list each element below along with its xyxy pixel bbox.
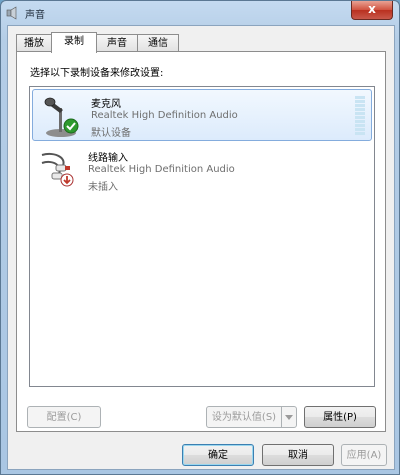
level-meter bbox=[355, 96, 365, 135]
device-status: 默认设备 bbox=[91, 128, 131, 139]
device-name: 线路输入 bbox=[88, 153, 128, 164]
device-item-line-in[interactable]: 线路输入 Realtek High Definition Audio 未插入 bbox=[30, 143, 374, 195]
instruction-text: 选择以下录制设备来修改设置: bbox=[30, 68, 164, 79]
set-default-button[interactable]: 设为默认值(S) bbox=[206, 406, 282, 428]
tab-playback[interactable]: 播放 bbox=[16, 34, 52, 52]
unplugged-icon bbox=[60, 173, 74, 187]
device-status: 未插入 bbox=[88, 182, 118, 193]
properties-button[interactable]: 属性(P) bbox=[304, 406, 376, 428]
default-check-icon bbox=[63, 118, 79, 134]
set-default-dropdown-arrow[interactable] bbox=[281, 406, 297, 428]
device-item-microphone[interactable]: 麦克风 Realtek High Definition Audio 默认设备 bbox=[32, 89, 372, 141]
sound-dialog-window: 声音 x 播放 录制 声音 通信 选择以下录制设备来修改设置: 麦克风 Real… bbox=[0, 0, 400, 475]
ok-button[interactable]: 确定 bbox=[182, 444, 254, 466]
device-list[interactable]: 麦克风 Realtek High Definition Audio 默认设备 线… bbox=[29, 86, 375, 387]
tab-communications[interactable]: 通信 bbox=[137, 34, 179, 52]
device-name: 麦克风 bbox=[91, 99, 121, 110]
device-driver: Realtek High Definition Audio bbox=[88, 164, 235, 175]
recording-tab-pane: 选择以下录制设备来修改设置: 麦克风 Realtek High Definiti… bbox=[16, 51, 386, 432]
tab-recording[interactable]: 录制 bbox=[51, 32, 97, 53]
configure-button[interactable]: 配置(C) bbox=[27, 406, 101, 428]
device-driver: Realtek High Definition Audio bbox=[91, 110, 238, 121]
cancel-button[interactable]: 取消 bbox=[262, 444, 334, 466]
speaker-icon bbox=[6, 6, 17, 20]
close-button[interactable]: x bbox=[351, 1, 393, 20]
apply-button[interactable]: 应用(A) bbox=[341, 444, 387, 466]
dialog-client-area: 播放 录制 声音 通信 选择以下录制设备来修改设置: 麦克风 Realtek H… bbox=[7, 25, 395, 470]
title-bar[interactable]: 声音 x bbox=[1, 1, 399, 25]
window-title: 声音 bbox=[25, 10, 45, 21]
tab-sounds[interactable]: 声音 bbox=[96, 34, 138, 52]
